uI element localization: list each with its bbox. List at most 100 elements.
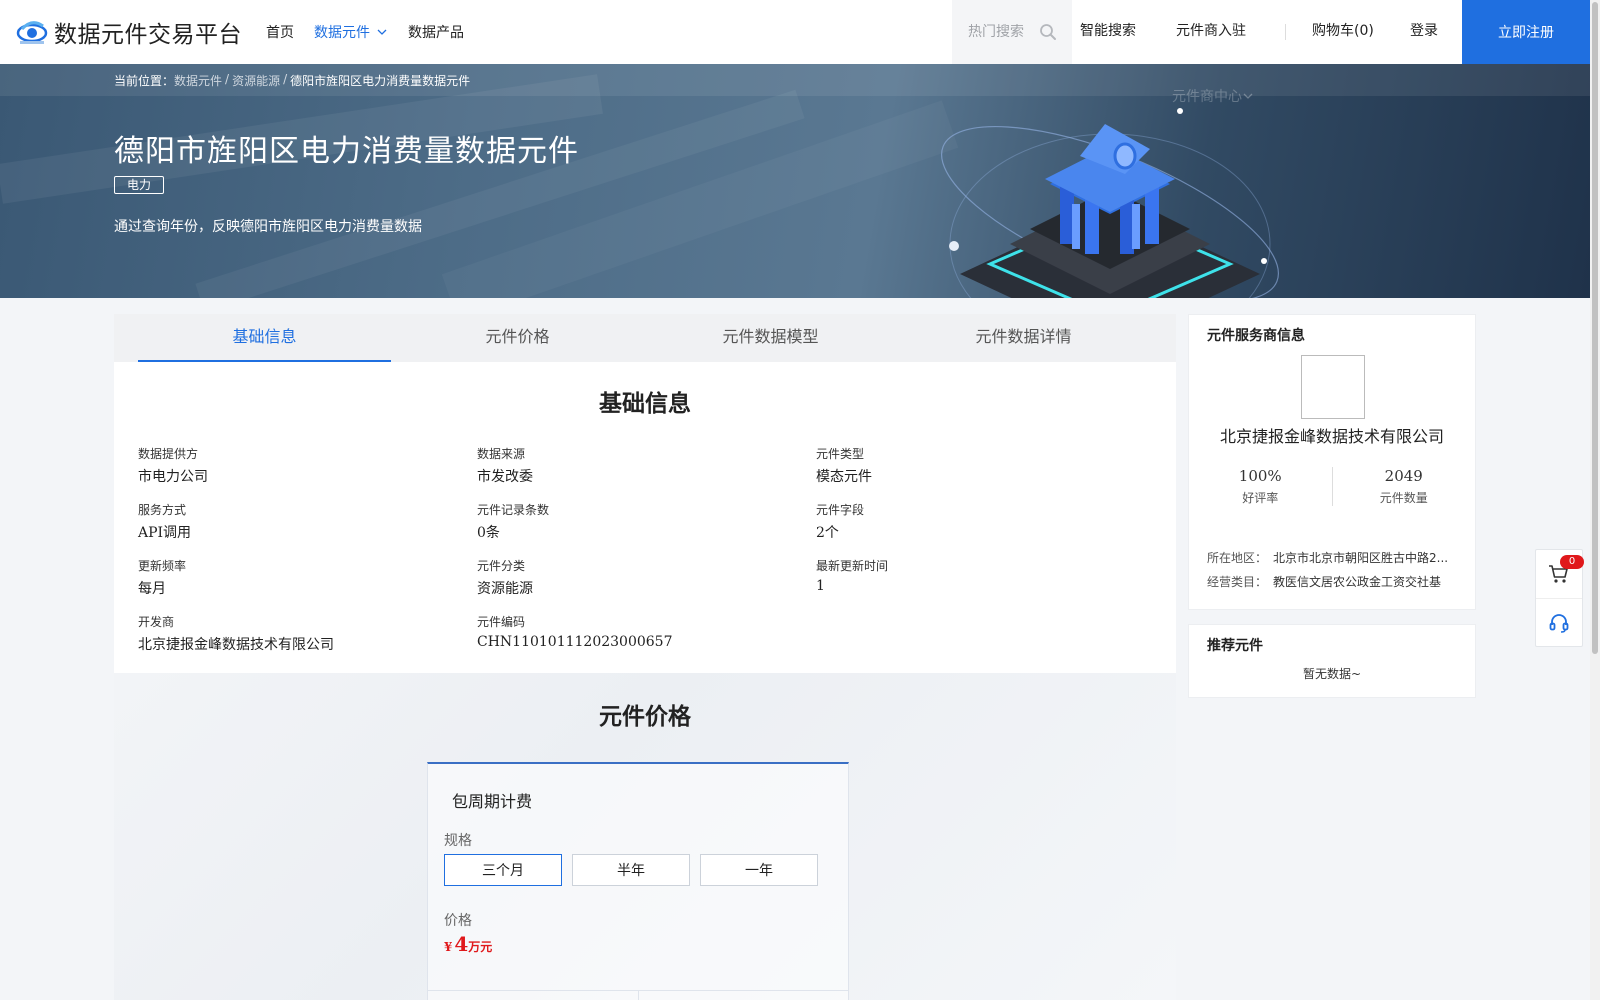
stat-count-label: 元件数量: [1379, 491, 1428, 505]
add-to-shortlist-button[interactable]: 加入备选: [637, 991, 849, 1000]
nav-data-elements-label: 数据元件: [314, 25, 370, 41]
provider-category: 经营类目： 教医信文居农公政金工资交社基: [1207, 573, 1463, 590]
breadcrumb-item-data-elements[interactable]: 数据元件: [174, 72, 222, 89]
info-value: 北京捷报金峰数据技术有限公司: [138, 637, 334, 653]
region-label: 所在地区：: [1207, 551, 1268, 565]
info-field: 元件分类 资源能源: [477, 557, 533, 598]
page-scrollbar[interactable]: [1590, 0, 1600, 1000]
search-input[interactable]: [968, 24, 1040, 40]
pricing-section: 元件价格 包周期计费 规格 三个月 半年 一年 价格 ¥ 4 万元 立即购买 加…: [114, 673, 1176, 1000]
info-label: 开发商: [138, 615, 175, 629]
info-label: 元件字段: [816, 503, 865, 517]
logo-title: 数据元件交易平台: [54, 22, 242, 48]
info-value: 市发改委: [477, 469, 533, 485]
nav-data-elements[interactable]: 数据元件: [314, 22, 388, 42]
info-value: 2个: [816, 525, 839, 541]
smart-search-link[interactable]: 智能搜索: [1080, 0, 1136, 64]
info-field: 开发商 北京捷报金峰数据技术有限公司: [138, 613, 334, 654]
info-value: 0条: [477, 525, 500, 541]
spec-option-three-months[interactable]: 三个月: [444, 854, 562, 886]
search-box: [952, 0, 1072, 64]
nav-home-label: 首页: [266, 25, 294, 41]
element-tag: 电力: [114, 176, 165, 194]
stat-count-value: 2049: [1384, 467, 1423, 485]
recommend-empty: 暂无数据~: [1302, 667, 1362, 681]
spec-option-one-year[interactable]: 一年: [700, 854, 818, 886]
info-label: 数据来源: [477, 447, 526, 461]
recommend-card: 推荐元件 暂无数据~: [1188, 624, 1476, 698]
basic-info-panel: 基础信息 数据提供方 市电力公司 数据来源 市发改委 元件类型 模态元件 服务方…: [114, 362, 1176, 673]
info-label: 元件记录条数: [477, 503, 550, 517]
spec-option-half-year[interactable]: 半年: [572, 854, 690, 886]
spec-options: 三个月 半年 一年: [444, 854, 828, 886]
info-label: 最新更新时间: [816, 559, 889, 573]
info-field: 元件记录条数 0条: [477, 501, 549, 542]
stat-rating: 100% 好评率: [1189, 467, 1332, 506]
info-field: 元件编码 CHN110101112023000657: [477, 613, 673, 650]
info-value: 资源能源: [477, 581, 533, 597]
provider-section-title: 元件服务商信息: [1207, 328, 1305, 344]
provider-region: 所在地区： 北京市北京市朝阳区胜古中路2...: [1207, 549, 1463, 566]
top-header: 数据元件交易平台 首页 数据元件 数据产品 智能搜索 元件商入驻 购物车(0) …: [0, 0, 1590, 64]
scrollbar-thumb[interactable]: [1592, 2, 1598, 654]
headset-icon: [1549, 613, 1569, 633]
cart-badge: 0: [1560, 555, 1584, 569]
nav-data-products[interactable]: 数据产品: [408, 22, 464, 42]
price-currency: ¥: [444, 940, 453, 954]
info-label: 数据提供方: [138, 447, 199, 461]
info-label: 更新频率: [138, 559, 187, 573]
info-field: 元件字段 2个: [816, 501, 864, 542]
info-value: API调用: [138, 525, 192, 541]
info-label: 服务方式: [138, 503, 187, 517]
nav-data-products-label: 数据产品: [408, 25, 464, 41]
breadcrumb-separator: /: [283, 72, 288, 86]
cart-link[interactable]: 购物车(0): [1312, 0, 1374, 64]
info-field: 最新更新时间 1: [816, 557, 888, 594]
float-support-button[interactable]: [1536, 598, 1582, 646]
tab-data-model[interactable]: 元件数据模型: [644, 314, 897, 362]
info-label: 元件分类: [477, 559, 526, 573]
buy-now-button[interactable]: 立即购买: [428, 991, 638, 1000]
register-button[interactable]: 立即注册: [1462, 0, 1590, 64]
breadcrumb-item-category[interactable]: 资源能源: [232, 72, 280, 89]
logo-icon: [16, 21, 48, 44]
provider-stats: 100% 好评率 2049 元件数量: [1189, 467, 1475, 506]
float-cart-button[interactable]: 0: [1536, 550, 1584, 598]
pricing-card: 包周期计费 规格 三个月 半年 一年 价格 ¥ 4 万元 立即购买 加入备选: [427, 762, 849, 1000]
nav-home[interactable]: 首页: [266, 22, 294, 42]
info-field: 服务方式 API调用: [138, 501, 191, 542]
pricing-heading: 元件价格: [599, 704, 691, 730]
merchant-join-link[interactable]: 元件商入驻: [1176, 0, 1246, 64]
price-unit: 万元: [468, 940, 493, 954]
info-value: CHN110101112023000657: [477, 634, 673, 650]
login-link[interactable]: 登录: [1410, 0, 1438, 64]
breadcrumb-separator: /: [225, 72, 230, 86]
stat-rating-label: 好评率: [1242, 491, 1279, 505]
provider-name[interactable]: 北京捷报金峰数据技术有限公司: [1189, 423, 1475, 447]
floating-toolbar: 0: [1535, 549, 1584, 647]
stat-rating-value: 100%: [1238, 467, 1282, 485]
info-value: 每月: [138, 581, 166, 597]
category-value: 教医信文居农公政金工资交社基: [1273, 575, 1442, 589]
element-title: 德阳市旌阳区电力消费量数据元件: [114, 134, 579, 169]
price-value: ¥ 4 万元: [444, 932, 492, 956]
info-value: 模态元件: [816, 469, 872, 485]
breadcrumb-current: 德阳市旌阳区电力消费量数据元件: [290, 74, 471, 88]
provider-card: 元件服务商信息 北京捷报金峰数据技术有限公司 100% 好评率 2049 元件数…: [1188, 314, 1476, 610]
chevron-down-icon: [377, 29, 387, 35]
info-field: 元件类型 模态元件: [816, 445, 872, 486]
tab-pricing[interactable]: 元件价格: [391, 314, 644, 362]
site-logo[interactable]: 数据元件交易平台: [16, 15, 242, 49]
price-amount: 4: [454, 932, 469, 956]
element-description: 通过查询年份，反映德阳市旌阳区电力消费量数据: [114, 219, 422, 235]
price-label: 价格: [444, 913, 472, 929]
info-value: 市电力公司: [138, 469, 208, 485]
pricing-card-title: 包周期计费: [452, 792, 533, 811]
info-label: 元件编码: [477, 615, 526, 629]
info-field: 更新频率 每月: [138, 557, 186, 598]
search-icon[interactable]: [1038, 22, 1058, 42]
tab-data-details[interactable]: 元件数据详情: [897, 314, 1150, 362]
basic-info-heading: 基础信息: [599, 391, 691, 417]
tab-basic-info[interactable]: 基础信息: [138, 314, 391, 362]
info-field: 数据来源 市发改委: [477, 445, 533, 486]
